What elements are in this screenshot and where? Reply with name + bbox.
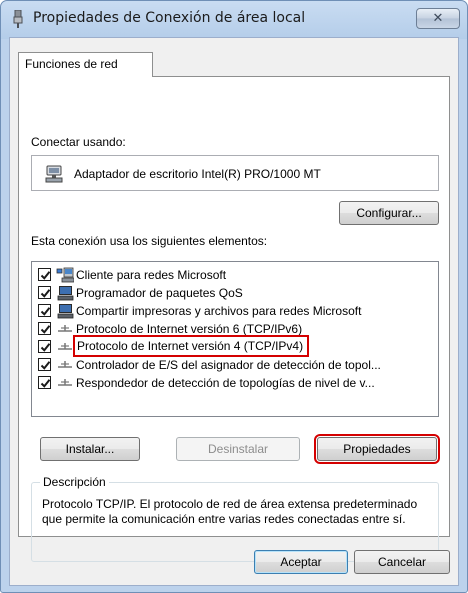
configure-button[interactable]: Configurar...: [339, 201, 439, 225]
checkmark-icon: [40, 325, 51, 334]
item-label: Respondedor de detección de topologías d…: [76, 376, 375, 390]
checkbox[interactable]: [38, 340, 51, 353]
protocol-icon: [58, 343, 72, 350]
checkmark-icon: [40, 343, 51, 352]
item-label: Controlador de E/S del asignador de dete…: [76, 358, 381, 372]
accept-button[interactable]: Aceptar: [254, 550, 348, 574]
items-label: Esta conexión usa los siguientes element…: [31, 234, 268, 248]
list-item[interactable]: Respondedor de detección de topologías d…: [36, 374, 434, 392]
title-bar[interactable]: Propiedades de Conexión de área local ✕: [1, 1, 467, 35]
protocol-icon: [58, 361, 72, 368]
tab-label: Funciones de red: [25, 57, 118, 71]
properties-dialog: Propiedades de Conexión de área local ✕ …: [0, 0, 468, 593]
network-card-icon: [45, 165, 63, 183]
checkbox[interactable]: [38, 322, 51, 335]
protocol-icon: [58, 379, 72, 386]
checkmark-icon: [40, 361, 51, 370]
connect-using-label: Conectar usando:: [31, 135, 126, 149]
checkbox[interactable]: [38, 286, 51, 299]
close-button[interactable]: ✕: [416, 8, 460, 29]
checkbox[interactable]: [38, 268, 51, 281]
description-title: Descripción: [40, 475, 109, 489]
adapter-field: Adaptador de escritorio Intel(R) PRO/100…: [31, 155, 439, 191]
components-list[interactable]: Cliente para redes Microsoft Programador…: [31, 261, 439, 417]
service-computer-icon: [57, 304, 74, 319]
cancel-button[interactable]: Cancelar: [354, 550, 450, 574]
close-icon: ✕: [432, 11, 444, 26]
tab-page: Conectar usando: Adaptador de escritorio…: [18, 76, 450, 562]
checkbox[interactable]: [38, 376, 51, 389]
description-text: Protocolo TCP/IP. El protocolo de red de…: [42, 497, 418, 526]
checkmark-icon: [40, 307, 51, 316]
item-label: Compartir impresoras y archivos para red…: [76, 304, 362, 318]
checkbox[interactable]: [38, 304, 51, 317]
properties-button[interactable]: Propiedades: [314, 434, 440, 464]
item-label: Cliente para redes Microsoft: [76, 268, 227, 282]
checkbox[interactable]: [38, 358, 51, 371]
network-adapter-icon: [13, 10, 23, 28]
checkmark-icon: [40, 289, 51, 298]
protocol-icon: [58, 325, 72, 332]
uninstall-button[interactable]: Desinstalar: [176, 437, 300, 461]
checkmark-icon: [40, 379, 51, 388]
client-network-icon: [56, 267, 74, 283]
list-item-selected[interactable]: Protocolo de Internet versión 4 (TCP/IPv…: [36, 335, 434, 357]
item-label: Protocolo de Internet versión 6 (TCP/IPv…: [76, 322, 303, 336]
service-computer-icon: [57, 286, 74, 301]
tab-networking[interactable]: Funciones de red: [18, 52, 153, 77]
item-label-highlighted: Protocolo de Internet versión 4 (TCP/IPv…: [72, 335, 310, 357]
list-item[interactable]: Compartir impresoras y archivos para red…: [36, 302, 434, 320]
list-item[interactable]: Programador de paquetes QoS: [36, 284, 434, 302]
list-item[interactable]: Protocolo de Internet versión 6 (TCP/IPv…: [36, 320, 434, 338]
window-title: Propiedades de Conexión de área local: [33, 10, 306, 26]
list-item[interactable]: Cliente para redes Microsoft: [36, 266, 434, 284]
checkmark-icon: [40, 271, 51, 280]
item-label: Programador de paquetes QoS: [76, 286, 243, 300]
install-button[interactable]: Instalar...: [40, 437, 140, 461]
list-item[interactable]: Controlador de E/S del asignador de dete…: [36, 356, 434, 374]
adapter-name: Adaptador de escritorio Intel(R) PRO/100…: [74, 167, 321, 181]
dialog-client-area: Funciones de red Conectar usando: Adapta…: [9, 37, 459, 586]
